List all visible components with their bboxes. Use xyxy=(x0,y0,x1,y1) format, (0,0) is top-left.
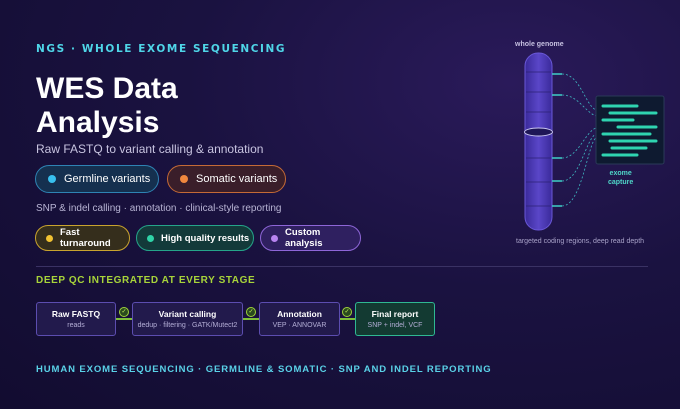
pill-label: Fast turnaround xyxy=(60,227,111,249)
pill-label: High quality results xyxy=(161,232,250,244)
pill-label: Somatic variants xyxy=(196,173,278,185)
somatic-variants-pill: Somatic variants xyxy=(167,165,286,193)
pipeline-step-annotation: Annotation VEP · ANNOVAR xyxy=(259,302,340,336)
exon-ticks xyxy=(552,73,562,207)
pipeline-connector xyxy=(340,318,355,320)
fast-turnaround-pill: Fast turnaround xyxy=(35,225,130,251)
qc-check-icon: ✓ xyxy=(119,307,129,317)
green-dot-icon xyxy=(147,234,154,242)
step-title: Raw FASTQ xyxy=(51,309,101,319)
footer-tagline: HUMAN EXOME SEQUENCING · GERMLINE & SOMA… xyxy=(36,364,492,375)
qc-check-icon: ✓ xyxy=(342,307,352,317)
whole-genome-label: whole genome xyxy=(515,41,564,48)
pipeline-step-raw-fastq: Raw FASTQ reads xyxy=(36,302,116,336)
step-title: Annotation xyxy=(277,309,322,319)
page-title: WES Data Analysis xyxy=(36,72,178,139)
exome-label-line2: capture xyxy=(608,179,634,186)
qc-heading: DEEP QC INTEGRATED AT EVERY STAGE xyxy=(36,275,256,286)
step-subtitle: reads xyxy=(67,322,85,329)
capture-lines xyxy=(561,73,597,207)
pipeline-connector xyxy=(243,318,259,320)
capabilities-caption: SNP & indel calling · annotation · clini… xyxy=(36,203,282,214)
exome-capture-diagram xyxy=(524,52,665,231)
step-title: Final report xyxy=(371,309,419,319)
custom-analysis-pill: Custom analysis xyxy=(260,225,361,251)
orange-dot-icon xyxy=(180,175,188,183)
purple-dot-icon xyxy=(271,234,278,242)
pill-label: Germline variants xyxy=(64,173,151,185)
section-divider xyxy=(36,266,648,267)
exome-label-line1: exome xyxy=(609,170,632,177)
exome-capture-label: exome capture xyxy=(608,169,633,187)
pipeline-step-final-report: Final report SNP + indel, VCF xyxy=(355,302,435,336)
blue-dot-icon xyxy=(48,175,56,183)
diagram-caption: targeted coding regions, deep read depth xyxy=(516,238,645,245)
step-subtitle: SNP + indel, VCF xyxy=(367,322,423,329)
germline-variants-pill: Germline variants xyxy=(35,165,159,193)
eyebrow-label: NGS · WHOLE EXOME SEQUENCING xyxy=(36,43,287,55)
pipeline-step-variant-calling: Variant calling dedup · filtering · GATK… xyxy=(132,302,243,336)
centromere xyxy=(524,127,553,137)
step-title: Variant calling xyxy=(158,309,217,319)
qc-check-icon: ✓ xyxy=(246,307,256,317)
chromosome-body xyxy=(524,52,553,231)
subtitle: Raw FASTQ to variant calling & annotatio… xyxy=(36,142,264,156)
pipeline-connector xyxy=(116,318,132,320)
step-subtitle: dedup · filtering · GATK/Mutect2 xyxy=(137,322,238,329)
high-quality-pill: High quality results xyxy=(136,225,254,251)
pill-label: Custom analysis xyxy=(285,227,323,249)
step-subtitle: VEP · ANNOVAR xyxy=(272,322,327,329)
yellow-dot-icon xyxy=(46,234,53,242)
